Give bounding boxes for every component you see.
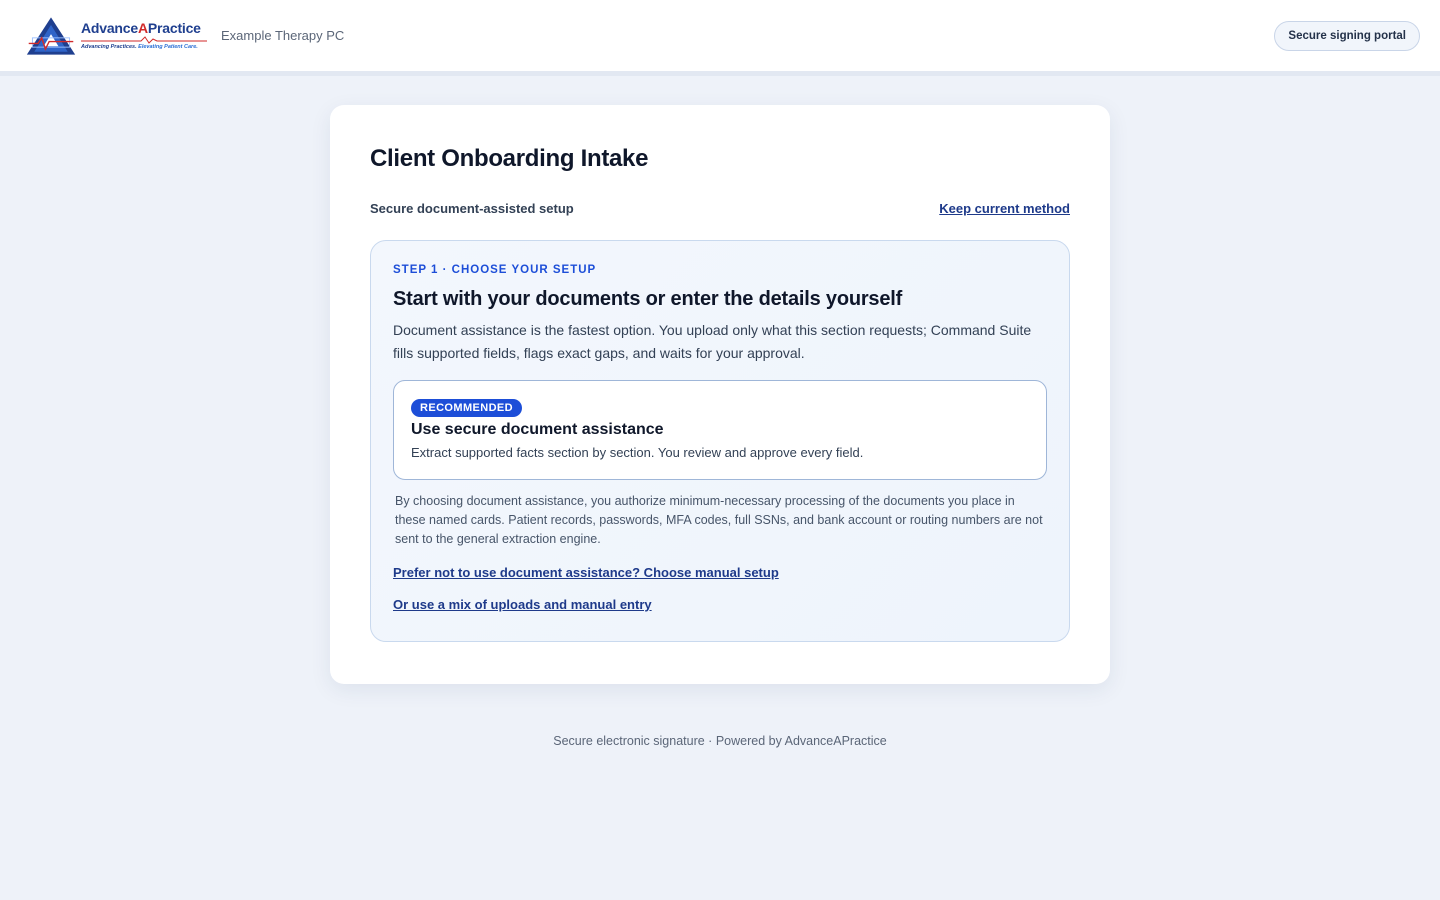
logo-text: AdvanceAPractice Advancing Practices. El… [81, 21, 207, 51]
keep-current-method-link[interactable]: Keep current method [939, 201, 1070, 216]
recommended-badge: RECOMMENDED [411, 399, 523, 417]
page-title: Client Onboarding Intake [370, 145, 649, 172]
step-heading: Start with your documents or enter the d… [393, 288, 903, 310]
secure-portal-badge: Secure signing portal [1274, 20, 1420, 51]
footer: Secure electronic signature · Powered by… [0, 734, 1440, 748]
subhead-row: Secure document-assisted setup Keep curr… [370, 201, 1070, 216]
manual-setup-link[interactable]: Prefer not to use document assistance? C… [393, 565, 1047, 580]
logo-tagline: Advancing Practices. Elevating Patient C… [81, 43, 198, 50]
footer-text: Secure electronic signature · Powered by… [553, 734, 887, 748]
document-assistance-option[interactable]: RECOMMENDED Use secure document assistan… [393, 380, 1047, 480]
brand: AdvanceAPractice Advancing Practices. El… [25, 14, 344, 58]
top-bar: AdvanceAPractice Advancing Practices. El… [0, 0, 1440, 76]
option-title: Use secure document assistance [411, 421, 664, 438]
step-description: Document assistance is the fastest optio… [393, 322, 1032, 361]
setup-subheading: Secure document-assisted setup [370, 201, 574, 216]
logo-mark-icon [26, 16, 76, 55]
company-logo[interactable]: AdvanceAPractice Advancing Practices. El… [25, 14, 207, 58]
organization-name: Example Therapy PC [221, 28, 345, 43]
mixed-setup-link[interactable]: Or use a mix of uploads and manual entry [393, 597, 1047, 612]
option-description: Extract supported facts section by secti… [411, 445, 864, 460]
logo-wordmark: AdvanceAPractice [81, 19, 201, 36]
heartbeat-line-icon [81, 35, 207, 44]
consent-notice: By choosing document assistance, you aut… [395, 494, 1043, 546]
step-panel: STEP 1 · CHOOSE YOUR SETUP Start with yo… [370, 240, 1070, 642]
onboarding-card: Client Onboarding Intake Secure document… [330, 105, 1110, 684]
step-label: STEP 1 · CHOOSE YOUR SETUP [393, 264, 597, 276]
